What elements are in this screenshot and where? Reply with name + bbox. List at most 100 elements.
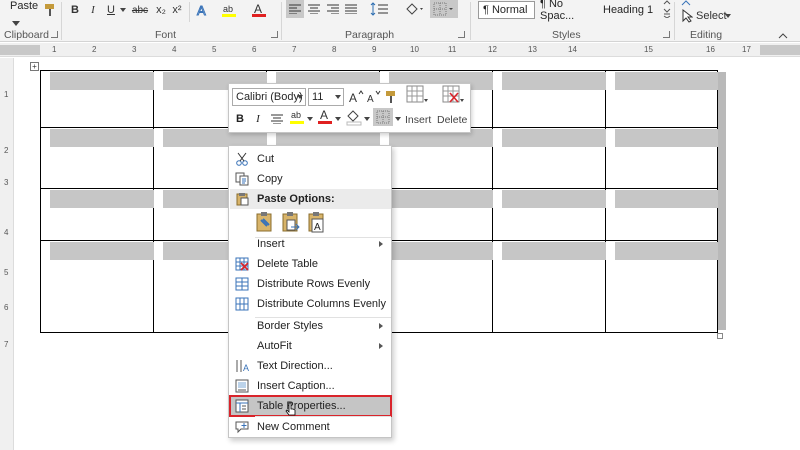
bold-button[interactable]: B [68, 1, 82, 19]
ribbon-divider [281, 2, 282, 40]
insert-table-icon[interactable] [405, 85, 429, 104]
table-cell[interactable] [492, 240, 606, 333]
borders-icon[interactable] [430, 0, 458, 18]
delete-label[interactable]: Delete [437, 114, 467, 126]
font-size-value: 11 [312, 91, 324, 103]
table-move-handle-icon[interactable]: + [30, 62, 39, 71]
table-cell[interactable] [492, 127, 606, 189]
delete-table-icon[interactable] [441, 85, 465, 104]
style-no-spacing[interactable]: ¶ No Spac... [536, 0, 598, 22]
horizontal-ruler-marks [0, 45, 800, 55]
center-align-icon[interactable] [269, 110, 285, 128]
submenu-arrow-icon [379, 343, 383, 349]
table-cell[interactable] [492, 188, 606, 241]
svg-text:A: A [349, 91, 357, 105]
vertical-ruler[interactable]: 1 2 3 4 5 6 7 [0, 58, 14, 450]
font-name-dropdown[interactable]: Calibri (Body) [232, 88, 306, 106]
grow-font-icon[interactable]: A [348, 88, 364, 106]
svg-text:A: A [320, 108, 328, 122]
table-cell[interactable] [605, 127, 718, 189]
subscript-button[interactable]: x₂ [154, 1, 168, 19]
ruler-tick: 1 [52, 45, 57, 54]
font-name-value: Calibri (Body) [236, 91, 303, 103]
paste-button-label[interactable]: Paste [10, 0, 38, 12]
menu-item-border-styles[interactable]: Border Styles [230, 316, 391, 336]
styles-scroll-icon[interactable] [662, 0, 672, 18]
text-effects-icon[interactable]: A [194, 1, 212, 19]
italic-button[interactable]: I [86, 1, 100, 19]
table-cell[interactable] [605, 188, 718, 241]
paragraph-launcher-icon[interactable] [458, 31, 465, 38]
justify-icon[interactable] [342, 0, 360, 18]
align-left-icon[interactable] [286, 0, 304, 18]
highlight-color-icon[interactable]: ab [220, 1, 238, 19]
line-spacing-icon[interactable] [368, 0, 392, 18]
menu-item-label: Paste Options: [257, 193, 335, 205]
table-cell[interactable] [40, 127, 154, 189]
menu-item-new-comment[interactable]: New Comment [230, 417, 391, 437]
paste-keep-source-formatting-icon[interactable] [255, 211, 275, 233]
table-cell[interactable] [379, 240, 493, 333]
font-color-icon[interactable]: A [317, 108, 333, 126]
menu-item-copy[interactable]: Copy [230, 169, 391, 189]
select-dropdown-icon[interactable] [724, 7, 732, 25]
menu-item-delete-table[interactable]: Delete Table [230, 254, 391, 274]
horizontal-ruler[interactable]: 1 2 3 4 5 6 7 8 9 10 11 12 13 14 15 16 1… [0, 43, 800, 57]
shading-icon[interactable] [402, 0, 426, 18]
borders-dropdown-icon[interactable] [394, 110, 402, 128]
align-right-icon[interactable] [324, 0, 342, 18]
paste-merge-formatting-icon[interactable] [281, 211, 301, 233]
font-color-icon[interactable]: A [250, 1, 268, 19]
menu-item-label: Delete Table [257, 258, 318, 270]
menu-item-cut[interactable]: Cut [230, 149, 391, 169]
menu-item-autofit[interactable]: AutoFit [230, 336, 391, 356]
highlight-dropdown-icon[interactable] [306, 110, 314, 128]
format-painter-icon[interactable] [44, 1, 58, 19]
submenu-arrow-icon [379, 241, 383, 247]
menu-item-table-properties[interactable]: Table Properties... [229, 395, 392, 417]
ruler-tick: 2 [92, 45, 97, 54]
select-arrow-icon[interactable] [680, 7, 694, 25]
table-cell[interactable] [605, 70, 718, 128]
svg-text:A: A [197, 3, 206, 17]
table-cell[interactable] [605, 240, 718, 333]
strikethrough-button[interactable]: abc [130, 1, 150, 19]
menu-item-distribute-rows[interactable]: Distribute Rows Evenly [230, 274, 391, 294]
menu-item-insert-caption[interactable]: Insert Caption... [230, 376, 391, 396]
table-cell[interactable] [40, 188, 154, 241]
underline-dropdown-icon[interactable] [118, 1, 128, 19]
paste-keep-text-only-icon[interactable]: A [307, 211, 327, 233]
underline-button[interactable]: U [104, 1, 118, 19]
format-painter-icon[interactable] [384, 88, 400, 106]
style-heading-1[interactable]: Heading 1 [599, 1, 661, 19]
highlight-color-icon[interactable]: ab [289, 108, 305, 126]
table-cell[interactable] [40, 240, 154, 333]
shading-dropdown-icon[interactable] [363, 110, 371, 128]
svg-text:ab: ab [223, 4, 233, 14]
table-resize-handle-icon[interactable] [717, 333, 723, 339]
table-cell[interactable] [379, 188, 493, 241]
menu-item-label: Insert Caption... [257, 380, 335, 392]
context-menu: Cut Copy Paste Options: A Insert Delete … [228, 145, 392, 438]
mouse-cursor-icon [285, 402, 296, 416]
menu-item-distribute-columns[interactable]: Distribute Columns Evenly [230, 294, 391, 314]
menu-item-insert[interactable]: Insert [230, 234, 391, 254]
borders-icon[interactable] [373, 108, 393, 126]
style-normal[interactable]: ¶ Normal [478, 1, 535, 19]
styles-launcher-icon[interactable] [663, 31, 670, 38]
clipboard-launcher-icon[interactable] [51, 31, 58, 38]
align-center-icon[interactable] [305, 0, 323, 18]
insert-label[interactable]: Insert [405, 114, 431, 126]
table-cell[interactable] [40, 70, 154, 128]
table-cell[interactable] [492, 70, 606, 128]
menu-item-text-direction[interactable]: A Text Direction... [230, 356, 391, 376]
superscript-button[interactable]: x² [170, 1, 184, 19]
bold-button[interactable]: B [233, 110, 247, 128]
font-size-dropdown[interactable]: 11 [308, 88, 344, 106]
italic-button[interactable]: I [251, 110, 265, 128]
table-cell[interactable] [379, 127, 493, 189]
shrink-font-icon[interactable]: A [366, 88, 382, 106]
font-color-dropdown-icon[interactable] [334, 110, 342, 128]
font-launcher-icon[interactable] [271, 31, 278, 38]
shading-icon[interactable] [345, 108, 363, 126]
